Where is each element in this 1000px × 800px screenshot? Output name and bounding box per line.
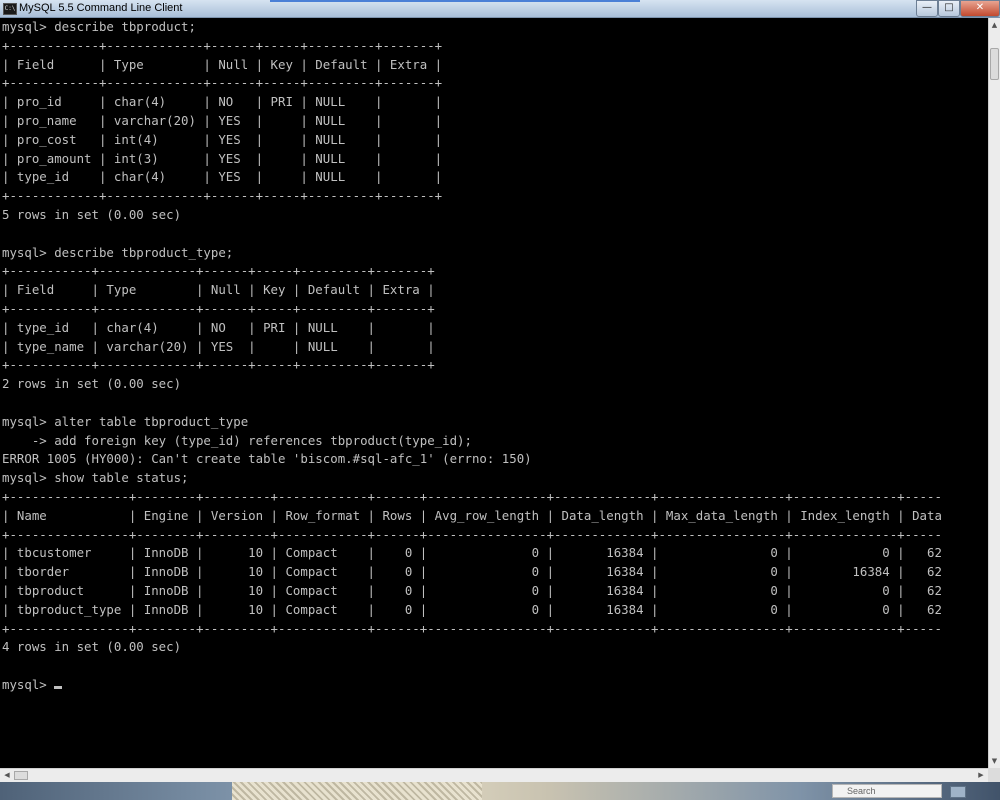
scrollbar-corner xyxy=(988,768,1000,782)
console-line: | Field | Type | Null | Key | Default | … xyxy=(2,282,435,298)
console-line: -> add foreign key (type_id) references … xyxy=(2,432,472,448)
desktop-search-box[interactable]: Search xyxy=(832,784,942,798)
vertical-scroll-thumb[interactable] xyxy=(990,48,999,80)
console-line: | pro_amount | int(3) | YES | | NULL | | xyxy=(2,150,443,166)
horizontal-scrollbar[interactable]: ◀ ▶ xyxy=(0,768,988,782)
console-line: +----------------+--------+---------+---… xyxy=(2,620,942,636)
console-line: ERROR 1005 (HY000): Can't create table '… xyxy=(2,451,532,467)
console-line: | tborder | InnoDB | 10 | Compact | 0 | … xyxy=(2,564,942,580)
title-bar-highlight xyxy=(270,0,640,2)
console-line: mysql> alter table tbproduct_type xyxy=(2,413,249,429)
vertical-scrollbar[interactable]: ▲ ▼ xyxy=(988,18,1000,768)
console-line: | tbproduct_type | InnoDB | 10 | Compact… xyxy=(2,601,942,617)
console-line: 2 rows in set (0.00 sec) xyxy=(2,376,182,392)
console-line: mysql> describe tbproduct; xyxy=(2,19,196,34)
console-line: | type_id | char(4) | YES | | NULL | | xyxy=(2,169,443,185)
console-line: | type_id | char(4) | NO | PRI | NULL | … xyxy=(2,319,435,335)
console-output[interactable]: mysql> describe tbproduct; +------------… xyxy=(0,18,988,768)
text-cursor xyxy=(54,685,63,689)
console-line: | Name | Engine | Version | Row_format |… xyxy=(2,507,942,523)
window-title: MySQL 5.5 Command Line Client xyxy=(19,2,183,14)
maximize-button[interactable]: □ xyxy=(938,0,960,17)
horizontal-scroll-thumb[interactable] xyxy=(14,771,28,780)
console-text: mysql> describe tbproduct; +------------… xyxy=(0,18,988,695)
console-line: mysql> show table status; xyxy=(2,470,189,486)
console-line: | tbcustomer | InnoDB | 10 | Compact | 0… xyxy=(2,545,942,561)
console-line: | pro_name | varchar(20) | YES | | NULL … xyxy=(2,112,443,128)
console-line: +----------------+--------+---------+---… xyxy=(2,488,942,504)
scroll-right-arrow-icon[interactable]: ▶ xyxy=(975,769,987,782)
console-line: +----------------+--------+---------+---… xyxy=(2,526,942,542)
console-line: mysql> xyxy=(2,676,55,692)
console-line: | pro_cost | int(4) | YES | | NULL | | xyxy=(2,131,443,147)
scroll-left-arrow-icon[interactable]: ◀ xyxy=(1,769,13,782)
console-line: 5 rows in set (0.00 sec) xyxy=(2,206,182,222)
mysql-client-window: C:\ MySQL 5.5 Command Line Client — □ ✕ … xyxy=(0,0,1000,786)
console-line: | Field | Type | Null | Key | Default | … xyxy=(2,56,443,72)
tray-icon[interactable] xyxy=(950,786,966,798)
console-line: | type_name | varchar(20) | YES | | NULL… xyxy=(2,338,435,354)
scroll-up-arrow-icon[interactable]: ▲ xyxy=(989,19,1000,31)
console-line: +-----------+-------------+------+-----+… xyxy=(2,263,435,279)
console-line: +-----------+-------------+------+-----+… xyxy=(2,357,435,373)
console-line: | tbproduct | InnoDB | 10 | Compact | 0 … xyxy=(2,582,942,598)
console-line: +------------+-------------+------+-----… xyxy=(2,188,443,204)
console-line: 4 rows in set (0.00 sec) xyxy=(2,639,182,655)
scroll-down-arrow-icon[interactable]: ▼ xyxy=(989,755,1000,767)
title-bar[interactable]: C:\ MySQL 5.5 Command Line Client — □ ✕ xyxy=(0,0,1000,18)
console-line: +------------+-------------+------+-----… xyxy=(2,75,443,91)
console-line: +------------+-------------+------+-----… xyxy=(2,37,443,53)
desktop-wallpaper-image xyxy=(232,782,482,800)
console-line: mysql> describe tbproduct_type; xyxy=(2,244,234,260)
console-app-icon[interactable]: C:\ xyxy=(3,3,17,15)
console-line: +-----------+-------------+------+-----+… xyxy=(2,300,435,316)
minimize-button[interactable]: — xyxy=(916,0,938,17)
console-line: | pro_id | char(4) | NO | PRI | NULL | | xyxy=(2,94,443,110)
close-button[interactable]: ✕ xyxy=(960,0,1000,17)
